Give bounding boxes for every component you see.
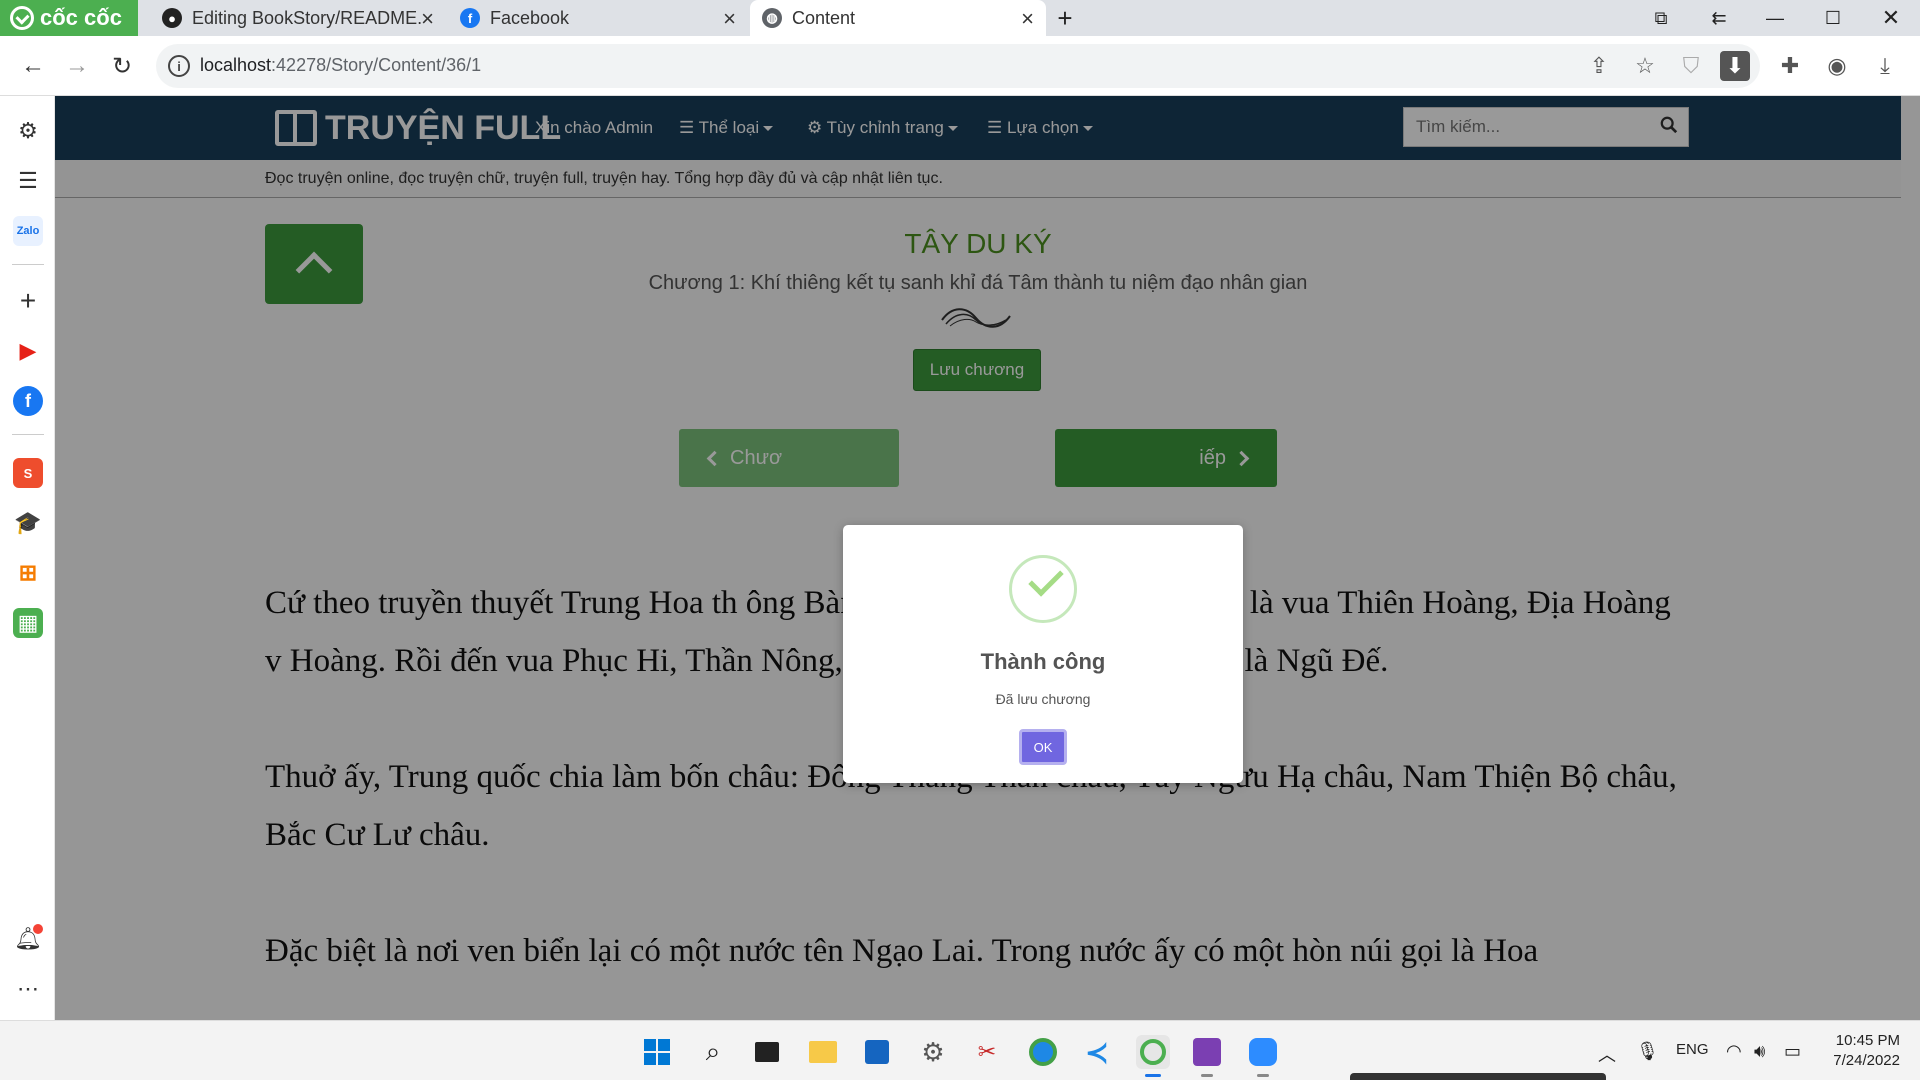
file-explorer-icon[interactable] — [806, 1035, 840, 1069]
sidebar-divider — [12, 264, 44, 265]
youtube-icon[interactable]: ▶ — [13, 336, 43, 366]
success-dialog: Thành công Đã lưu chương OK — [843, 525, 1243, 783]
tab-title: Content — [792, 7, 856, 28]
coccoc-logo-icon — [10, 6, 34, 30]
github-icon: ● — [162, 8, 182, 28]
zalo-icon[interactable]: Zalo — [13, 216, 43, 246]
add-shortcut-icon[interactable]: + — [13, 285, 43, 316]
coccoc-taskbar-icon[interactable] — [1136, 1035, 1170, 1077]
share-icon[interactable]: ⇪ — [1584, 51, 1614, 81]
windows-taskbar: ⌕ ⚙ ✂ ≺ ︿ 🎙︎ ENG ◠ 🔊︎ ▭ 10:45 PM 7/24/20… — [0, 1020, 1920, 1080]
zoom-icon[interactable] — [1246, 1035, 1280, 1077]
back-button[interactable]: ← — [16, 49, 50, 83]
snipping-tool-icon[interactable]: ✂ — [970, 1035, 1004, 1069]
search-icon[interactable]: ⌕ — [696, 1035, 730, 1069]
forward-button[interactable]: → — [60, 49, 94, 83]
close-tab-icon[interactable]: × — [1021, 6, 1034, 32]
edge-browser-icon[interactable] — [1026, 1035, 1060, 1069]
shopee-icon[interactable]: S — [13, 458, 43, 488]
sidebar-divider — [12, 434, 44, 435]
tab-title: Facebook — [490, 7, 570, 28]
ok-button[interactable]: OK — [1019, 729, 1067, 765]
clock-date: 7/24/2022 — [1833, 1052, 1900, 1069]
tab-github-readme[interactable]: ● Editing BookStory/README.r × — [150, 0, 446, 36]
extensions-icon[interactable]: ✚ — [1775, 51, 1805, 81]
coccoc-menu-button[interactable]: cốc cốc — [0, 0, 138, 36]
close-tab-icon[interactable]: × — [421, 6, 434, 32]
volume-icon[interactable]: 🔊︎ — [1754, 1041, 1765, 1062]
start-windows-icon[interactable] — [640, 1035, 674, 1069]
language-indicator[interactable]: ENG — [1676, 1041, 1709, 1058]
microphone-icon[interactable]: 🎙︎ — [1636, 1041, 1659, 1062]
more-options-icon[interactable]: ⋯ — [13, 974, 43, 1004]
close-tab-icon[interactable]: × — [723, 6, 736, 32]
new-tab-button[interactable]: + — [1040, 0, 1090, 36]
url-text[interactable]: localhost:42278/Story/Content/36/1 — [200, 55, 481, 76]
maximize-button[interactable]: ☐ — [1808, 0, 1858, 36]
tab-title: Editing BookStory/README.r — [192, 7, 422, 28]
battery-icon[interactable]: ▭ — [1784, 1041, 1801, 1062]
back-tabs-icon[interactable]: ⇇ — [1694, 0, 1744, 36]
settings-gear-icon[interactable]: ⚙ — [13, 116, 43, 146]
success-check-icon — [1009, 555, 1077, 623]
tab-facebook[interactable]: f Facebook × — [448, 0, 748, 36]
tray-overflow-chevron-icon[interactable]: ︿ — [1598, 1041, 1616, 1067]
browser-tab-bar: cốc cốc ● Editing BookStory/README.r × f… — [0, 0, 1920, 36]
web-page: TRUYỆN FULL Xin chào Admin ☰ Thể loại ⚙ … — [55, 96, 1920, 1020]
spreadsheet-icon[interactable]: ▦ — [13, 608, 43, 638]
address-bar[interactable]: i localhost:42278/Story/Content/36/1 — [156, 44, 1760, 88]
clock-time: 10:45 PM — [1835, 1032, 1900, 1049]
graduation-cap-icon[interactable]: 🎓 — [13, 508, 43, 538]
tab-content-active[interactable]: ◍ Content × — [750, 0, 1046, 36]
close-window-button[interactable]: ✕ — [1866, 0, 1916, 36]
system-clock[interactable]: 10:45 PM 7/24/2022 — [1800, 1031, 1900, 1071]
facebook-icon[interactable]: f — [13, 386, 43, 416]
microsoft-store-icon[interactable] — [860, 1035, 894, 1069]
downloads-icon[interactable]: ⤓ — [1870, 51, 1900, 81]
browser-brand-label: cốc cốc — [40, 5, 122, 30]
site-info-icon[interactable]: i — [168, 55, 190, 77]
adblock-shield-icon[interactable]: ⛉ — [1676, 51, 1706, 81]
reload-button[interactable]: ↻ — [105, 49, 139, 83]
browser-toolbar: ← → ↻ i localhost:42278/Story/Content/36… — [0, 36, 1920, 96]
tab-search-icon[interactable]: ⧉ — [1636, 0, 1686, 36]
dialog-message: Đã lưu chương — [995, 691, 1091, 707]
minimize-button[interactable]: — — [1750, 0, 1800, 36]
dialog-title: Thành công — [980, 649, 1106, 674]
visual-studio-icon[interactable] — [1190, 1035, 1224, 1077]
globe-icon: ◍ — [762, 8, 782, 28]
profile-icon[interactable]: ◉ — [1822, 51, 1852, 81]
popup-preview-edge — [1350, 1073, 1606, 1080]
browser-sidebar: ⚙ ☰ Zalo + ▶ f S 🎓 ⊞ ▦ 🔔︎ ⋯ — [0, 96, 55, 1020]
cart-icon[interactable]: ⊞ — [13, 558, 43, 588]
wifi-icon[interactable]: ◠ — [1726, 1041, 1742, 1062]
savior-download-icon[interactable]: ⬇ — [1720, 51, 1750, 81]
facebook-icon: f — [460, 8, 480, 28]
bookmark-star-icon[interactable]: ☆ — [1630, 51, 1660, 81]
notification-bell-icon[interactable]: 🔔︎ — [13, 924, 43, 954]
task-view-icon[interactable] — [750, 1035, 784, 1069]
vscode-icon[interactable]: ≺ — [1080, 1035, 1114, 1069]
settings-gear-icon[interactable]: ⚙ — [916, 1035, 950, 1069]
reading-list-icon[interactable]: ☰ — [13, 166, 43, 196]
